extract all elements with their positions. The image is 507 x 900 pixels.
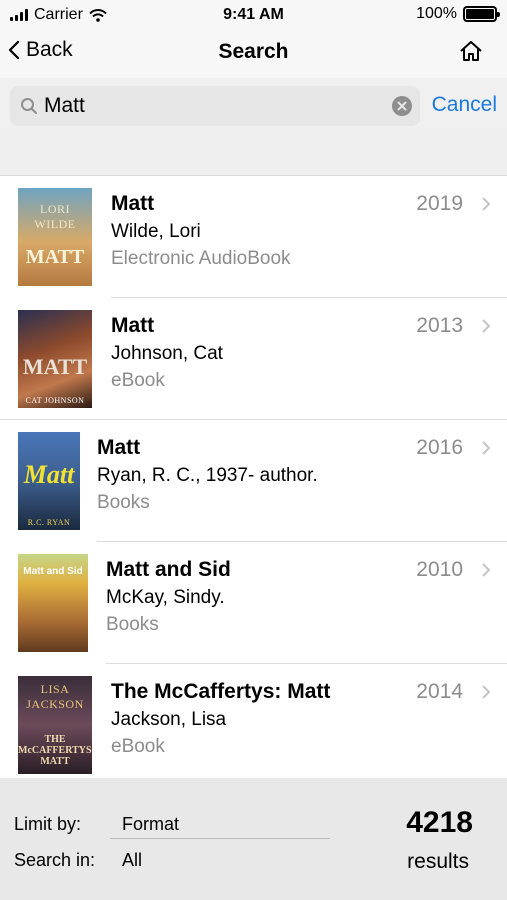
clear-icon[interactable] — [392, 96, 412, 116]
results-label: results — [407, 850, 469, 873]
result-author: Wilde, Lori — [111, 221, 201, 242]
search-bar: Cancel — [0, 78, 507, 134]
battery-icon — [463, 6, 500, 22]
result-format: eBook — [111, 736, 165, 757]
list-item[interactable]: LISA JACKSON THE McCAFFERTYS: MATT The M… — [0, 664, 507, 786]
search-in-label: Search in: — [14, 850, 96, 870]
result-format: Books — [97, 492, 150, 513]
list-item[interactable]: Matt and Sid Matt and Sid McKay, Sindy. … — [0, 542, 507, 664]
home-icon — [460, 41, 482, 61]
search-field[interactable] — [10, 86, 420, 126]
limit-by-label: Limit by: — [14, 814, 82, 834]
divider — [110, 838, 330, 839]
result-year: 2019 — [416, 192, 463, 215]
chevron-right-icon — [482, 685, 491, 699]
book-cover: Matt and Sid — [18, 554, 88, 652]
result-title: Matt and Sid — [106, 558, 231, 581]
chevron-right-icon — [482, 319, 491, 333]
list-item[interactable]: MATT CAT JOHNSON Matt Johnson, Cat eBook… — [0, 298, 507, 420]
result-count: 4218 — [406, 806, 473, 839]
search-input[interactable] — [44, 91, 384, 121]
book-cover: Matt R.C. RYAN — [18, 432, 80, 530]
result-year: 2016 — [416, 436, 463, 459]
result-author: McKay, Sindy. — [106, 587, 225, 608]
chevron-right-icon — [482, 441, 491, 455]
home-button[interactable] — [459, 40, 483, 67]
book-cover: MATT CAT JOHNSON — [18, 310, 92, 408]
result-year: 2010 — [416, 558, 463, 581]
navigation-bar: Back Search — [0, 30, 507, 78]
result-author: Ryan, R. C., 1937- author. — [97, 465, 318, 486]
page-title: Search — [218, 40, 289, 63]
section-spacer — [0, 134, 507, 176]
book-cover: LISA JACKSON THE McCAFFERTYS: MATT — [18, 676, 92, 774]
chevron-right-icon — [482, 563, 491, 577]
list-item[interactable]: LORI WILDE MATT Matt Wilde, Lori Electro… — [0, 176, 507, 298]
result-title: Matt — [111, 314, 155, 337]
result-title: Matt — [111, 192, 155, 215]
results-list: LORI WILDE MATT Matt Wilde, Lori Electro… — [0, 176, 507, 786]
result-format: Electronic AudioBook — [111, 248, 291, 269]
chevron-right-icon — [482, 197, 491, 211]
result-title: Matt — [97, 436, 141, 459]
limit-by-select[interactable]: Format — [122, 814, 179, 835]
result-format: Books — [106, 614, 159, 635]
result-year: 2013 — [416, 314, 463, 337]
book-cover: LORI WILDE MATT — [18, 188, 92, 286]
list-item[interactable]: Matt R.C. RYAN Matt Ryan, R. C., 1937- a… — [0, 420, 507, 542]
result-title: The McCaffertys: Matt — [111, 680, 331, 703]
result-format: eBook — [111, 370, 165, 391]
filter-bar: Limit by: Format Search in: All 4218 res… — [0, 778, 507, 900]
battery-percent: 100% — [416, 5, 457, 22]
cancel-button[interactable]: Cancel — [432, 93, 497, 117]
result-year: 2014 — [416, 680, 463, 703]
result-author: Johnson, Cat — [111, 343, 223, 364]
result-author: Jackson, Lisa — [111, 709, 227, 730]
status-bar: Carrier 9:41 AM 100% — [0, 0, 507, 30]
search-in-select[interactable]: All — [122, 850, 142, 871]
search-icon — [21, 98, 37, 114]
